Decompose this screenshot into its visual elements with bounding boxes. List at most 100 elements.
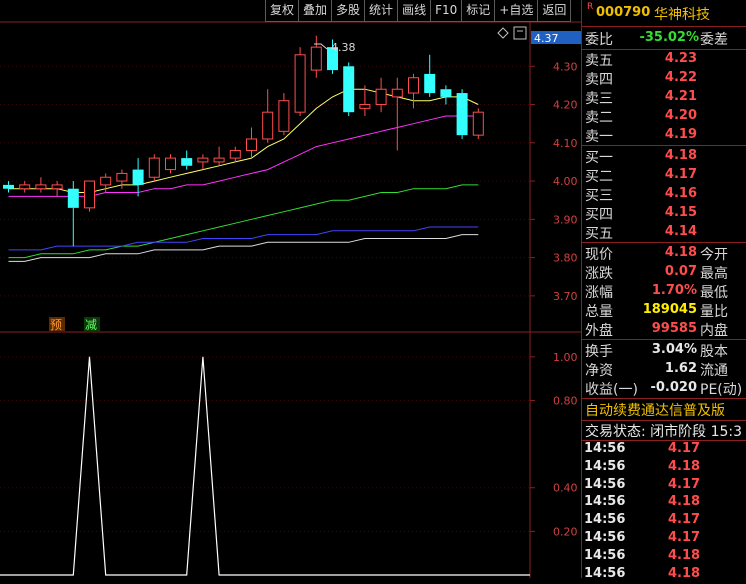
candle[interactable] xyxy=(165,154,176,174)
ma-line-2 xyxy=(8,115,479,197)
tick-row: 14:56 4.18 xyxy=(582,494,746,512)
stat-label: 总量 xyxy=(585,304,613,320)
candle[interactable] xyxy=(67,181,79,247)
candle[interactable] xyxy=(294,47,306,117)
stat-row: 总量 189045 量比 xyxy=(582,301,746,320)
ask-row[interactable]: 卖五 4.23 xyxy=(582,50,746,69)
stat-value: 1.62 xyxy=(664,361,697,376)
candle[interactable] xyxy=(19,181,31,193)
stat-label: 涨跌 xyxy=(585,266,613,282)
tick-row: 14:56 4.17 xyxy=(582,530,746,548)
candle-body xyxy=(343,66,355,113)
candle[interactable] xyxy=(375,77,387,113)
bid-row[interactable]: 买二 4.17 xyxy=(582,166,746,185)
candle[interactable] xyxy=(456,89,468,139)
candle[interactable] xyxy=(3,181,14,193)
tick-row: 14:56 4.17 xyxy=(582,512,746,530)
bid-price: 4.15 xyxy=(664,205,697,220)
bid-price: 4.17 xyxy=(664,167,697,182)
ask-label: 卖四 xyxy=(585,72,613,88)
renewal-ad[interactable]: 自动续费通达信普及版 xyxy=(585,400,725,420)
stat-value: 99585 xyxy=(651,321,697,336)
candle[interactable] xyxy=(84,180,95,212)
bid-row[interactable]: 买五 4.14 xyxy=(582,223,746,242)
candle[interactable] xyxy=(148,154,160,182)
candle[interactable] xyxy=(246,127,257,159)
price-axis-label: 4.30 xyxy=(553,60,578,73)
stat-label-2: 最低 xyxy=(700,285,728,301)
kline-chart[interactable]: 4.30 4.20 4.10 4.00 3.90 3.80 3.70 1.00 0.80 0.40… xyxy=(0,0,581,578)
ask-row[interactable]: 卖四 4.22 xyxy=(582,69,746,88)
bid-price: 4.14 xyxy=(664,224,697,239)
ask-row[interactable]: 卖三 4.21 xyxy=(582,88,746,107)
candle[interactable] xyxy=(391,77,403,151)
candle[interactable] xyxy=(278,93,290,136)
stat-value: 4.18 xyxy=(664,245,697,260)
candle-body xyxy=(35,184,47,190)
candle[interactable] xyxy=(197,154,209,170)
candle[interactable] xyxy=(51,181,63,197)
ask-price: 4.21 xyxy=(664,89,697,104)
candle[interactable] xyxy=(472,108,484,139)
stock-code[interactable]: 000790 xyxy=(596,5,650,20)
stat-label: 外盘 xyxy=(585,323,613,339)
draw-line-button[interactable]: 画线 xyxy=(397,0,432,22)
r-mark: R xyxy=(587,2,594,12)
candle[interactable] xyxy=(132,158,144,197)
tick-row: 14:56 4.17 xyxy=(582,477,746,495)
stock-name[interactable]: 华神科技 xyxy=(654,4,710,24)
stat-label-2: 内盘 xyxy=(700,323,728,339)
candle[interactable] xyxy=(408,73,419,109)
restore-rights-button[interactable]: 复权 xyxy=(265,0,300,22)
tick-time: 14:56 xyxy=(584,494,626,510)
price-axis-label: 3.90 xyxy=(553,213,578,226)
candle-body xyxy=(84,180,95,209)
candle-body xyxy=(262,111,274,140)
stat-label: 涨幅 xyxy=(585,285,613,301)
overlay-button[interactable]: 叠加 xyxy=(298,0,333,22)
candle-body xyxy=(408,77,419,94)
price-badge: 4.37 xyxy=(534,32,559,45)
candle[interactable] xyxy=(181,150,193,170)
statistics-button[interactable]: 统计 xyxy=(364,0,399,22)
weicha-label: 委差 xyxy=(700,32,728,48)
indicator-axis-label: 0.40 xyxy=(553,482,578,495)
panel-collapse-icon[interactable] xyxy=(513,26,527,40)
stat-value: 189045 xyxy=(642,302,697,317)
tick-time: 14:56 xyxy=(584,458,626,474)
ask-row[interactable]: 卖一 4.19 xyxy=(582,126,746,145)
candle[interactable] xyxy=(310,35,322,78)
mark-button[interactable]: 标记 xyxy=(461,0,496,22)
stat-value: 1.70% xyxy=(651,283,697,298)
bid-row[interactable]: 买四 4.15 xyxy=(582,204,746,223)
candle[interactable] xyxy=(213,146,225,166)
multi-stock-button[interactable]: 多股 xyxy=(331,0,366,22)
ask-row[interactable]: 卖二 4.20 xyxy=(582,107,746,126)
diamond-icon[interactable] xyxy=(497,27,509,39)
candle-body xyxy=(3,184,14,189)
bid-price: 4.18 xyxy=(664,148,697,163)
back-button[interactable]: 返回 xyxy=(537,0,572,22)
tick-time: 14:56 xyxy=(584,441,626,456)
candle[interactable] xyxy=(229,146,241,162)
add-watchlist-button[interactable]: +自选 xyxy=(494,0,539,22)
indicator-line xyxy=(0,356,530,576)
candle[interactable] xyxy=(424,54,436,97)
ask-price: 4.22 xyxy=(664,70,697,85)
marker-pre: 预 xyxy=(50,318,62,332)
candle[interactable] xyxy=(35,177,47,193)
tick-time: 14:56 xyxy=(584,512,626,528)
f10-button[interactable]: F10 xyxy=(430,0,463,22)
candle-body xyxy=(67,188,79,208)
candle[interactable] xyxy=(343,62,355,117)
indicator-axis-label: 0.20 xyxy=(553,525,578,538)
stat-label: 换手 xyxy=(585,344,613,360)
candle[interactable] xyxy=(440,85,452,105)
bid-label: 买二 xyxy=(585,169,613,185)
stat-label-2: 量比 xyxy=(700,304,728,320)
bid-row[interactable]: 买三 4.16 xyxy=(582,185,746,204)
candle[interactable] xyxy=(262,89,274,143)
toolbar: 复权 叠加 多股 统计 画线 F10 标记 +自选 返回 xyxy=(265,0,572,22)
bid-row[interactable]: 买一 4.18 xyxy=(582,147,746,166)
tick-price: 4.18 xyxy=(668,494,701,510)
